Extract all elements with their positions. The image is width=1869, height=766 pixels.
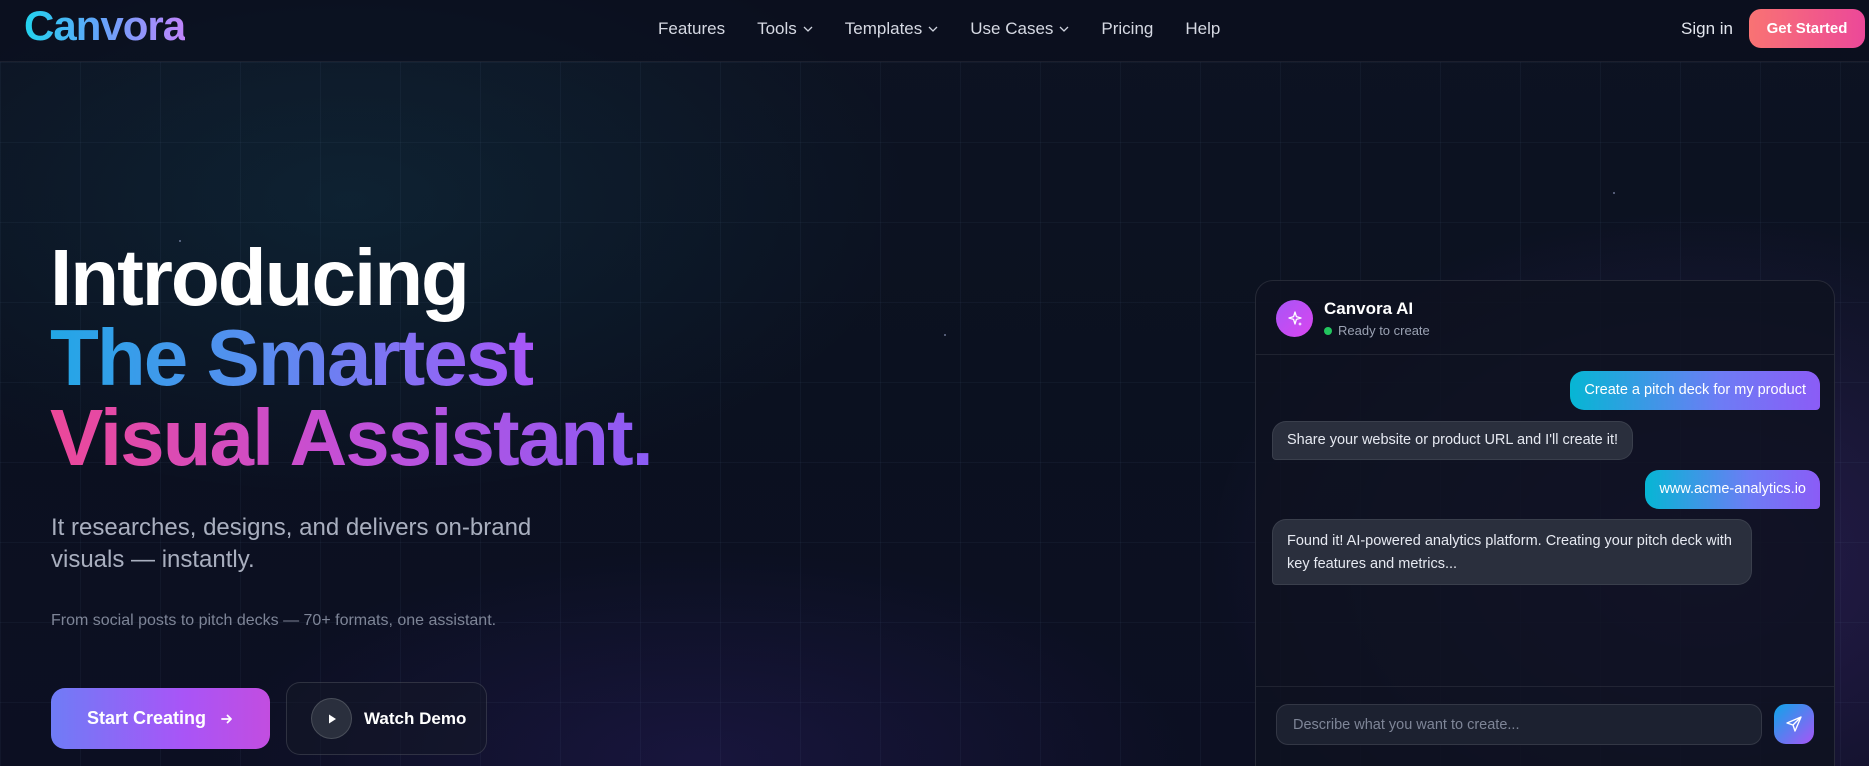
start-creating-label: Start Creating	[86, 708, 207, 728]
nav-link-help[interactable]: Help	[1185, 19, 1220, 39]
nav-link-templates[interactable]: Templates	[845, 19, 938, 39]
chat-header: Canvora AI Ready to create	[1256, 281, 1834, 355]
sparkles-icon	[1276, 300, 1313, 337]
background-star	[1613, 192, 1615, 194]
get-started-button[interactable]: Get Started	[1749, 9, 1865, 48]
nav-link-tools[interactable]: Tools	[757, 19, 813, 39]
message-text: Share your website or product URL and I'…	[1287, 432, 1619, 448]
chat-message-bot: Found it! AI-powered analytics platform.…	[1272, 519, 1752, 585]
assistant-name: Canvora AI	[1324, 299, 1414, 318]
top-navbar: Canvora Features Tools Templates Use Cas…	[0, 0, 1869, 62]
sign-in-link[interactable]: Sign in	[1681, 19, 1733, 39]
headline-line-1: Introducing	[50, 233, 470, 322]
arrow-right-icon	[221, 714, 232, 723]
nav-link-features[interactable]: Features	[658, 19, 725, 39]
hero-note: From social posts to pitch decks — 70+ f…	[51, 612, 497, 629]
status-text: Ready to create	[1338, 323, 1430, 338]
message-text: Create a pitch deck for my product	[1584, 382, 1806, 398]
nav-link-label: Features	[658, 19, 726, 38]
watch-demo-label: Watch Demo	[364, 708, 467, 728]
online-status-dot	[1324, 326, 1332, 335]
nav-link-label: Pricing	[1101, 19, 1154, 38]
chevron-down-icon	[803, 26, 813, 32]
headline-line-3: Visual Assistant.	[50, 393, 654, 482]
chevron-down-icon	[928, 26, 938, 32]
message-text: Found it! AI-powered analytics platform.…	[1287, 533, 1732, 572]
chat-input-bar	[1256, 686, 1834, 766]
chevron-down-icon	[1059, 26, 1069, 32]
start-creating-button[interactable]: Start Creating	[51, 688, 270, 749]
send-icon	[1786, 716, 1802, 732]
nav-link-label: Use Cases	[970, 19, 1054, 38]
hero-subtitle: It researches, designs, and delivers on-…	[51, 514, 532, 573]
nav-link-label: Templates	[844, 19, 923, 38]
play-icon	[311, 698, 352, 739]
background-star	[944, 334, 946, 336]
chat-message-user: www.acme-analytics.io	[1645, 470, 1820, 509]
send-button[interactable]	[1774, 704, 1814, 744]
chat-message-user: Create a pitch deck for my product	[1570, 371, 1820, 410]
nav-link-pricing[interactable]: Pricing	[1101, 19, 1153, 39]
headline-line-2: The Smartest	[50, 313, 535, 402]
chat-input[interactable]	[1276, 704, 1762, 745]
hero-headline: Introducing The Smartest Visual Assistan…	[50, 233, 654, 482]
nav-links: Features Tools Templates Use Cases Prici…	[658, 19, 1220, 39]
chat-message-bot: Share your website or product URL and I'…	[1272, 421, 1634, 460]
assistant-status: Ready to create	[1324, 323, 1430, 338]
nav-link-label: Tools	[757, 19, 797, 38]
message-text: www.acme-analytics.io	[1659, 481, 1806, 497]
ai-chat-panel: Canvora AI Ready to create Create a pitc…	[1255, 280, 1835, 766]
watch-demo-button[interactable]: Watch Demo	[286, 682, 487, 755]
nav-link-use-cases[interactable]: Use Cases	[970, 19, 1069, 39]
nav-link-label: Help	[1185, 19, 1221, 38]
logo[interactable]: Canvora	[24, 2, 186, 50]
